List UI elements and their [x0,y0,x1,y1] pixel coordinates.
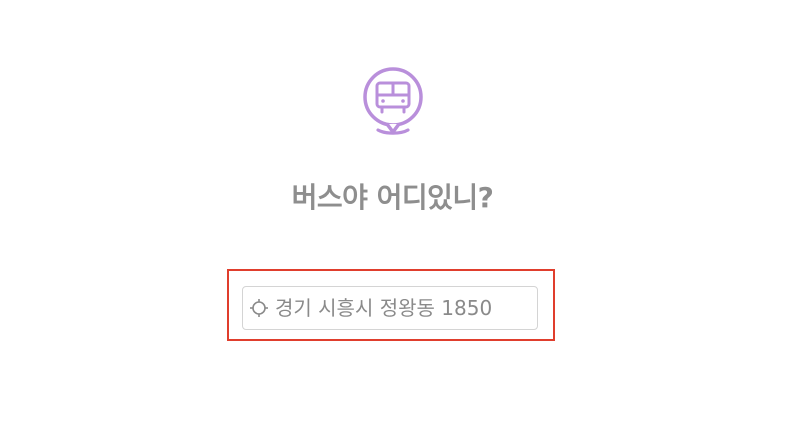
app-title: 버스야 어디있니? [291,181,494,214]
crosshair-icon [250,299,268,317]
current-location-button[interactable]: 경기 시흥시 정왕동 1850 [242,286,538,330]
bus-location-pin-icon [363,67,423,135]
location-address: 경기 시흥시 정왕동 1850 [275,296,493,320]
page: 버스야 어디있니? 경기 시흥시 정왕동 1850 [0,0,785,440]
